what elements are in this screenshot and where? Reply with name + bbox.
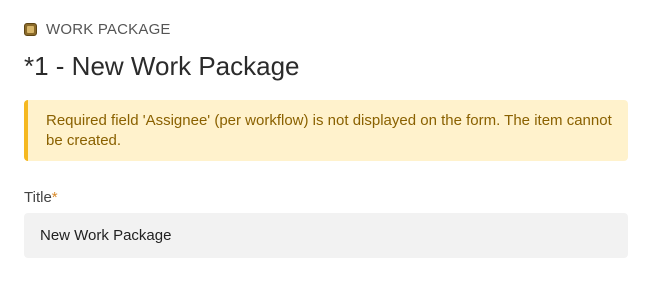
title-input[interactable]	[24, 213, 628, 258]
work-package-icon	[24, 22, 37, 36]
item-type-row: WORK PACKAGE	[24, 20, 171, 38]
warning-message: Required field 'Assignee' (per workflow)…	[46, 112, 612, 149]
item-type-label: WORK PACKAGE	[46, 20, 171, 38]
warning-banner: Required field 'Assignee' (per workflow)…	[24, 100, 628, 161]
page-title: *1 - New Work Package	[24, 51, 300, 81]
work-package-form: WORK PACKAGE *1 - New Work Package Requi…	[0, 0, 650, 281]
title-label-text: Title	[24, 189, 52, 206]
required-marker: *	[51, 189, 58, 206]
title-field-label: Title*	[24, 189, 58, 206]
